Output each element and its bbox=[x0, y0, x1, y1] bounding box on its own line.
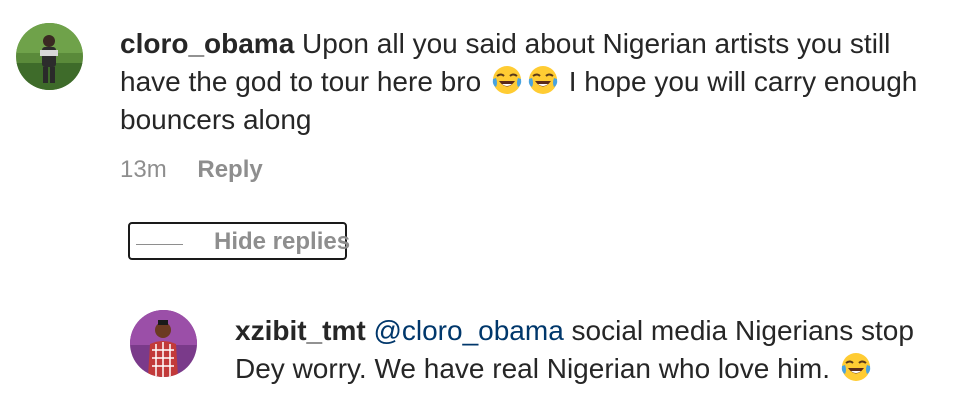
replies-divider-line bbox=[136, 244, 183, 245]
profile-photo-icon bbox=[16, 23, 83, 90]
reply-body: xzibit_tmt @cloro_obama social media Nig… bbox=[235, 312, 955, 388]
comment-body: cloro_obama Upon all you said about Nige… bbox=[120, 25, 940, 139]
profile-photo-icon bbox=[130, 310, 197, 377]
reply-mention-link[interactable]: @cloro_obama bbox=[373, 315, 563, 346]
face-with-tears-of-joy-icon bbox=[840, 351, 872, 383]
comment-username[interactable]: cloro_obama bbox=[120, 28, 294, 59]
comment-timestamp: 13m bbox=[120, 156, 167, 183]
reply-avatar[interactable] bbox=[130, 310, 197, 377]
commenter-avatar[interactable] bbox=[16, 23, 83, 90]
hide-replies-button[interactable]: Hide replies bbox=[128, 222, 351, 260]
face-with-tears-of-joy-icon bbox=[491, 64, 523, 96]
comment-meta: 13m Reply bbox=[120, 155, 263, 185]
reply-button[interactable]: Reply bbox=[197, 156, 262, 183]
reply-username[interactable]: xzibit_tmt bbox=[235, 315, 366, 346]
hide-replies-label: Hide replies bbox=[214, 228, 351, 255]
face-with-tears-of-joy-icon bbox=[527, 64, 559, 96]
